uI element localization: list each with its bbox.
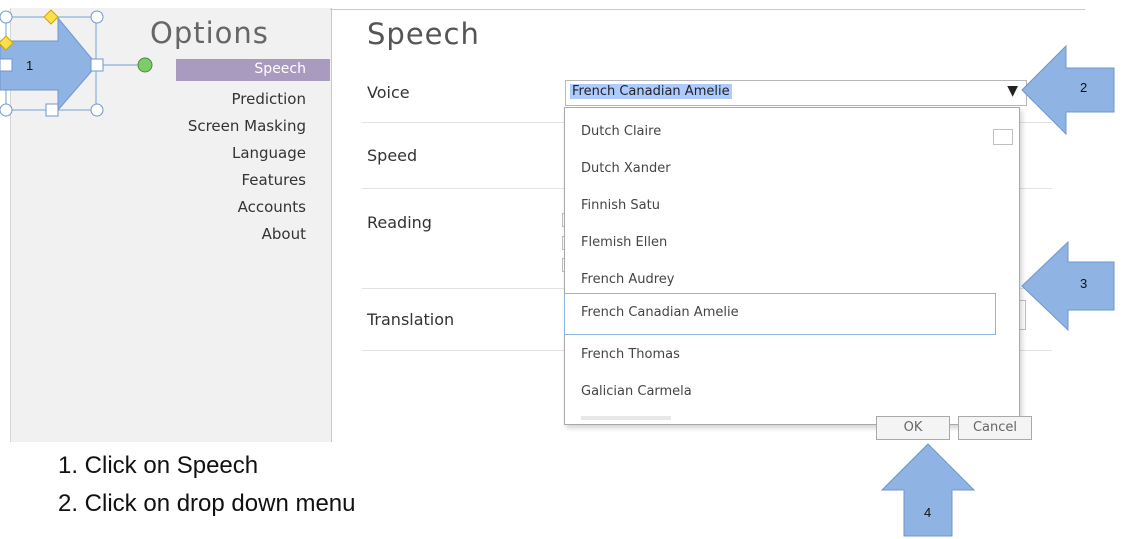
reading-label: Reading (367, 213, 432, 232)
cancel-button[interactable]: Cancel (958, 416, 1032, 440)
callout-arrow-3 (1021, 240, 1115, 332)
list-scroll-box[interactable] (993, 129, 1013, 145)
voice-options-list[interactable]: Dutch Claire Dutch Xander Finnish Satu F… (564, 107, 1020, 425)
voice-option[interactable]: Dutch Claire (581, 124, 661, 139)
ok-button[interactable]: OK (876, 416, 950, 440)
sidebar-item-label: Speech (254, 61, 306, 77)
voice-option[interactable]: Finnish Satu (581, 198, 660, 213)
callout-3-number: 3 (1080, 276, 1088, 291)
voice-option[interactable]: French Thomas (581, 347, 680, 362)
callout-4-number: 4 (924, 505, 932, 520)
page-title: Speech (367, 17, 480, 51)
voice-option-label: French Canadian Amelie (581, 305, 739, 320)
sidebar-item-features[interactable]: Features (242, 171, 307, 189)
callout-1-number: 1 (26, 58, 34, 73)
sidebar-item-language[interactable]: Language (232, 144, 306, 162)
voice-option[interactable]: Dutch Xander (581, 161, 671, 176)
callout-2-number: 2 (1080, 80, 1088, 95)
voice-dropdown[interactable]: French Canadian Amelie ▼ (565, 80, 1027, 106)
voice-option[interactable]: French Audrey (581, 272, 674, 287)
voice-label: Voice (367, 83, 410, 102)
voice-option[interactable]: Galician Carmela (581, 384, 692, 399)
voice-option-selected[interactable]: French Canadian Amelie (564, 293, 996, 335)
sidebar-item-about[interactable]: About (262, 225, 306, 243)
chevron-down-icon[interactable]: ▼ (1007, 83, 1018, 99)
instruction-step-1: 1. Click on Speech (58, 452, 259, 479)
speed-label: Speed (367, 146, 418, 165)
voice-option[interactable]: Flemish Ellen (581, 235, 667, 250)
callout-arrow-4 (880, 443, 976, 537)
sidebar-item-accounts[interactable]: Accounts (238, 198, 306, 216)
instruction-step-2: 2. Click on drop down menu (58, 490, 356, 517)
translation-label: Translation (367, 310, 455, 329)
top-divider (330, 9, 1085, 10)
sidebar-item-prediction[interactable]: Prediction (231, 90, 306, 108)
callout-arrow-2 (1021, 44, 1115, 136)
sidebar-item-speech[interactable]: Speech (176, 59, 330, 81)
voice-option-cut-off (581, 416, 671, 420)
voice-selected-value: French Canadian Amelie (570, 84, 732, 99)
sidebar-item-screen-masking[interactable]: Screen Masking (188, 117, 306, 135)
